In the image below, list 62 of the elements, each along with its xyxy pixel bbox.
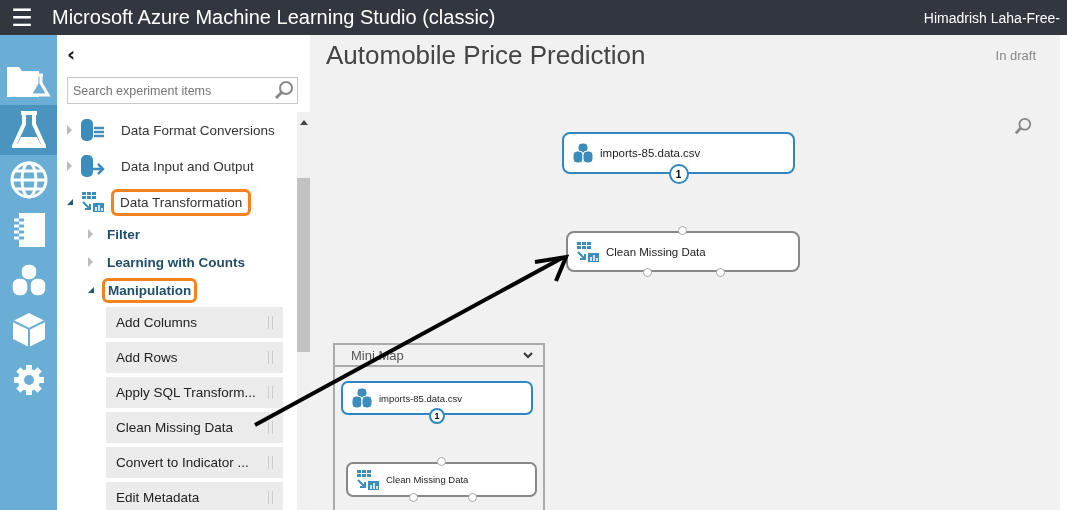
node-label: Clean Missing Data (386, 474, 469, 485)
module-node[interactable]: Clean Missing Data (346, 462, 537, 497)
module-item[interactable]: Apply SQL Transform... (106, 377, 283, 408)
chevron-down-icon[interactable] (523, 351, 533, 359)
settings-icon (12, 364, 45, 396)
collapsed-icon[interactable] (67, 161, 72, 171)
grip-icon[interactable] (268, 386, 273, 399)
category-item[interactable]: Data Format Conversions (112, 116, 284, 144)
category-item[interactable]: Filter (101, 221, 146, 247)
collapsed-icon[interactable] (88, 257, 93, 267)
module-item[interactable]: Clean Missing Data (106, 412, 283, 443)
collapsed-icon[interactable] (88, 229, 93, 239)
module-item[interactable]: Add Rows (106, 342, 283, 373)
category-item[interactable]: Learning with Counts (101, 249, 251, 275)
menu-button[interactable]: ☰ (2, 3, 42, 32)
expanded-icon[interactable] (67, 199, 73, 205)
grip-icon[interactable] (268, 456, 273, 469)
output-port[interactable] (643, 268, 652, 277)
output-port[interactable]: 1 (429, 408, 445, 424)
cylinders-icon (351, 387, 373, 409)
search-icon[interactable] (1014, 117, 1032, 135)
database-arrow-icon (80, 154, 106, 178)
module-item[interactable]: Edit Metadata (106, 482, 283, 510)
module-item[interactable]: Convert to Indicator ... (106, 447, 283, 478)
node-label: imports-85.data.csv (600, 147, 701, 159)
database-list-icon (80, 118, 106, 142)
output-port[interactable] (716, 268, 725, 277)
cylinders-icon (572, 142, 594, 164)
output-port[interactable] (409, 493, 418, 502)
category-item[interactable]: Data Transformation (111, 188, 252, 216)
module-node[interactable]: Clean Missing Data (566, 231, 800, 272)
grid-chart-icon (576, 240, 600, 263)
input-port[interactable] (678, 226, 687, 235)
node-label: Clean Missing Data (606, 245, 706, 258)
notebook-icon (12, 212, 45, 248)
category-item[interactable]: Manipulation (102, 277, 198, 303)
cylinders-icon (10, 263, 47, 297)
grip-icon[interactable] (268, 316, 273, 329)
status-text: In draft (995, 48, 1036, 63)
collapse-button[interactable]: ‹ (67, 39, 81, 69)
grip-icon[interactable] (268, 351, 273, 364)
input-port[interactable] (437, 457, 446, 466)
nav-item[interactable] (0, 105, 57, 155)
grip-icon[interactable] (268, 421, 273, 434)
grid-chart-icon (356, 468, 380, 491)
grip-icon[interactable] (268, 491, 273, 504)
app-title: Microsoft Azure Machine Learning Studio (classic) (52, 6, 497, 29)
output-port[interactable] (468, 493, 477, 502)
expanded-icon[interactable] (88, 287, 94, 293)
flask-icon (11, 111, 46, 149)
search-field[interactable]: Search experiment items (67, 77, 298, 104)
search-icon[interactable] (274, 80, 294, 100)
experiment-title: Automobile Price Prediction (326, 40, 646, 71)
user-name[interactable]: Himadrish Laha-Free- (923, 9, 1060, 26)
node-label: imports-85.data.csv (379, 392, 462, 404)
category-item[interactable]: Data Input and Output (112, 152, 263, 180)
globe-icon (9, 161, 48, 199)
scrollbar[interactable] (297, 112, 310, 510)
grid-chart-icon (81, 191, 105, 213)
cube-icon (11, 312, 46, 348)
collapsed-icon[interactable] (67, 125, 72, 135)
module-item[interactable]: Add Columns (106, 307, 283, 338)
